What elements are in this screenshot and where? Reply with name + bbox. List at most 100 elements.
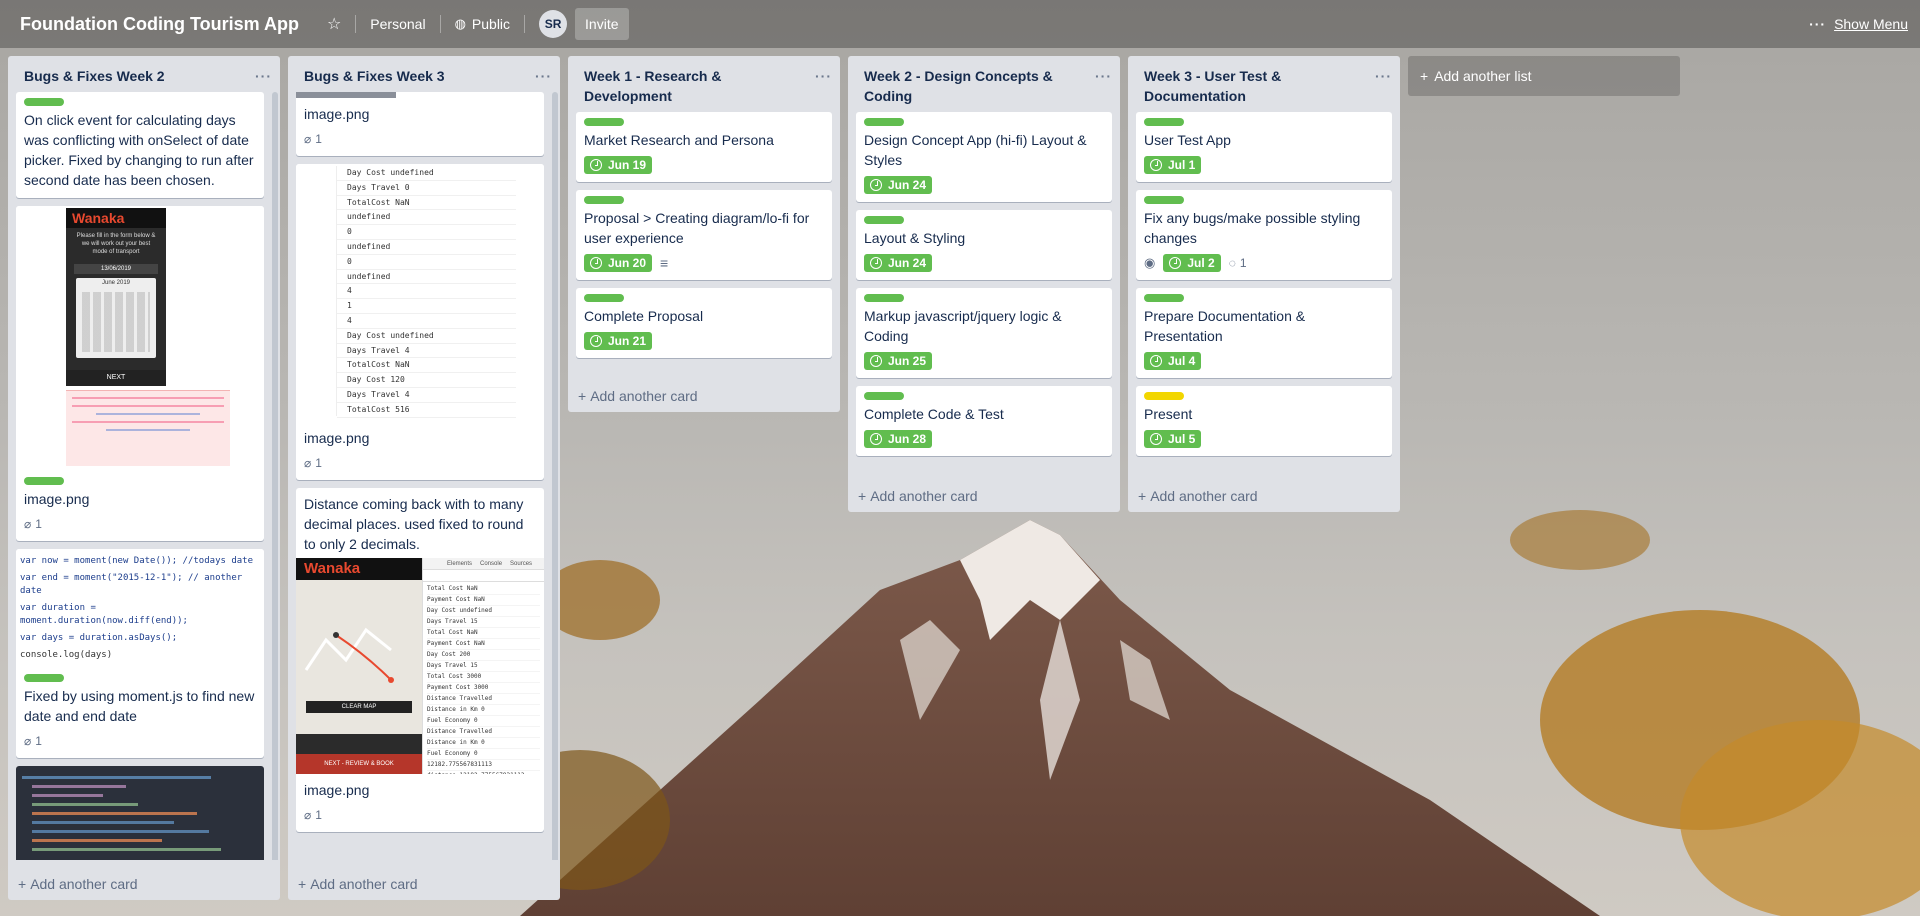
- add-card-button[interactable]: + Add another card: [568, 382, 840, 412]
- console-line: 0: [337, 255, 516, 270]
- add-card-button[interactable]: + Add another card: [848, 482, 1120, 512]
- card-cover-image: [296, 92, 396, 98]
- paperclip-icon: ⌀: [24, 734, 32, 748]
- card-badges: Jun 24: [864, 174, 1104, 196]
- form-prompt: Please fill in the form below & we will …: [76, 233, 156, 255]
- card[interactable]: Wanaka Please fill in the form below & w…: [16, 206, 264, 541]
- card[interactable]: Market Research and Persona Jun 19: [576, 112, 832, 182]
- list-title[interactable]: Bugs & Fixes Week 3: [304, 66, 514, 86]
- due-date-badge: Jul 4: [1144, 352, 1202, 370]
- console-line: Fuel Economy 0: [427, 749, 540, 760]
- card[interactable]: Design Concept App (hi-fi) Layout & Styl…: [856, 112, 1112, 202]
- card[interactable]: Proposal > Creating diagram/lo-fi for us…: [576, 190, 832, 280]
- list-title[interactable]: Week 3 - User Test & Documentation: [1144, 66, 1354, 106]
- card-badges: Jul 5: [1144, 428, 1384, 450]
- add-card-button[interactable]: + Add another card: [1128, 482, 1400, 512]
- avatar[interactable]: SR: [539, 10, 568, 38]
- card[interactable]: Complete Proposal Jun 21: [576, 288, 832, 358]
- card[interactable]: Day Cost undefined Days Travel 0 TotalCost…: [296, 164, 544, 480]
- list-menu-icon[interactable]: ···: [1095, 66, 1112, 106]
- header-divider: [439, 15, 441, 33]
- list-title[interactable]: Bugs & Fixes Week 2: [24, 66, 234, 86]
- card-title: On click event for calculating days was …: [24, 112, 254, 188]
- list-title[interactable]: Week 1 - Research & Development: [584, 66, 794, 106]
- green-label: [24, 98, 64, 106]
- attachment-badge: ⌀ 1: [24, 517, 42, 531]
- console-line: Distance in Km 0: [427, 705, 540, 716]
- star-icon[interactable]: ☆: [317, 8, 351, 40]
- clock-icon: [590, 257, 602, 269]
- card-title: image.png: [304, 106, 370, 122]
- console-line: undefined: [337, 270, 516, 285]
- list-menu-icon[interactable]: ···: [1375, 66, 1392, 106]
- green-label: [584, 118, 624, 126]
- console-line: 4: [337, 284, 516, 300]
- attachment-count: 1: [315, 132, 322, 146]
- list-menu-icon[interactable]: ···: [535, 66, 552, 86]
- card-badges: ⌀ 1: [24, 730, 256, 752]
- card[interactable]: var now = moment(new Date()); //todays d…: [16, 549, 264, 758]
- due-date-badge: Jun 28: [864, 430, 933, 448]
- card-cover-image: var now = moment(new Date()); //todays d…: [16, 549, 264, 668]
- due-date: Jun 25: [888, 354, 927, 368]
- clock-icon: [870, 433, 882, 445]
- card-title: Fix any bugs/make possible styling chang…: [1144, 210, 1361, 246]
- card[interactable]: image.png ⌀ 1: [296, 92, 544, 156]
- console-line: Payment Cost NaN: [427, 595, 540, 606]
- card[interactable]: Layout & Styling Jun 24: [856, 210, 1112, 280]
- due-date: Jun 19: [608, 158, 647, 172]
- comment-badge: ◌ 1: [1229, 256, 1247, 270]
- card[interactable]: Complete Code & Test Jun 28: [856, 386, 1112, 456]
- green-label: [584, 294, 624, 302]
- calendar-month: June 2019: [101, 280, 131, 286]
- route-map-icon: [304, 627, 394, 683]
- green-label: [1144, 196, 1184, 204]
- list-title[interactable]: Week 2 - Design Concepts & Coding: [864, 66, 1074, 106]
- list-menu-icon[interactable]: ···: [815, 66, 832, 106]
- list-header: Week 1 - Research & Development ···: [568, 56, 840, 112]
- card-title: Layout & Styling: [864, 230, 966, 246]
- card[interactable]: On click event for calculating days was …: [16, 92, 264, 198]
- card[interactable]: Present Jul 5: [1136, 386, 1392, 456]
- code-line: console.log(days): [20, 650, 113, 660]
- add-list-button[interactable]: + Add another list: [1408, 56, 1680, 96]
- card[interactable]: Fix any bugs/make possible styling chang…: [1136, 190, 1392, 280]
- card[interactable]: [16, 766, 264, 860]
- console-line: 0: [337, 225, 516, 240]
- list-menu-icon[interactable]: ···: [255, 66, 272, 86]
- add-card-button[interactable]: + Add another card: [288, 870, 560, 900]
- invite-button[interactable]: Invite: [575, 8, 629, 40]
- visibility-button[interactable]: ◍ Public: [445, 8, 520, 40]
- due-date-badge: Jul 5: [1144, 430, 1202, 448]
- card-title: Prepare Documentation & Presentation: [1144, 308, 1306, 344]
- card[interactable]: Distance coming back with to many decima…: [296, 488, 544, 832]
- board-title[interactable]: Foundation Coding Tourism App: [20, 14, 299, 35]
- code-line: var duration = moment.duration(now.diff(…: [20, 603, 188, 626]
- due-date-badge: Jun 25: [864, 352, 933, 370]
- due-date-badge: Jun 20: [584, 254, 653, 272]
- console-line: TotalCost NaN: [337, 196, 516, 211]
- add-card-button[interactable]: + Add another card: [8, 870, 280, 900]
- console-line: Fuel Economy 0: [427, 716, 540, 727]
- clock-icon: [1169, 257, 1182, 269]
- list-scrollbar[interactable]: [272, 92, 278, 860]
- card-badges: ⌀ 1: [304, 804, 536, 826]
- console-line: undefined: [337, 240, 516, 255]
- add-card-label: Add another card: [870, 488, 978, 504]
- show-menu-button[interactable]: ··· Show Menu: [1809, 16, 1908, 32]
- console-line: TotalCost NaN: [337, 358, 516, 374]
- list-header: Week 2 - Design Concepts & Coding ···: [848, 56, 1120, 112]
- list-scrollbar[interactable]: [552, 92, 558, 860]
- console-log-image: Day Cost undefined Days Travel 0 TotalCost…: [336, 166, 516, 418]
- card-title: Market Research and Persona: [584, 132, 774, 148]
- card[interactable]: Markup javascript/jquery logic & Coding …: [856, 288, 1112, 378]
- plus-icon: +: [1420, 68, 1429, 84]
- paperclip-icon: ⌀: [304, 132, 312, 146]
- visibility-label: Public: [471, 16, 511, 32]
- card-title: Present: [1144, 406, 1193, 422]
- card[interactable]: Prepare Documentation & Presentation Jul…: [1136, 288, 1392, 378]
- show-menu-label: Show Menu: [1834, 16, 1908, 32]
- board-lists: Bugs & Fixes Week 2 ··· On click event f…: [8, 56, 1680, 900]
- card[interactable]: User Test App Jul 1: [1136, 112, 1392, 182]
- team-button[interactable]: Personal: [360, 8, 435, 40]
